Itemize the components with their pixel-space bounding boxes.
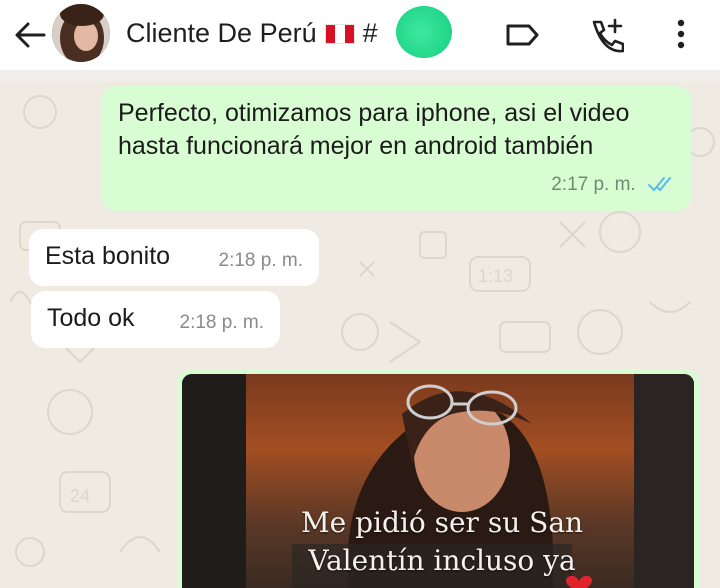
avatar[interactable] bbox=[52, 4, 110, 62]
image-border-right bbox=[634, 374, 694, 588]
chat-header: Cliente De Perú # bbox=[0, 0, 720, 70]
contact-hash: # bbox=[362, 18, 378, 48]
message-bubble-outgoing[interactable]: Perfecto, otimizamos para iphone, asi el… bbox=[102, 86, 691, 211]
caption-line-2: Valentín incluso ya bbox=[308, 544, 576, 577]
back-arrow-icon[interactable] bbox=[12, 19, 46, 51]
message-text: Perfecto, otimizamos para iphone, asi el… bbox=[118, 99, 630, 160]
more-vert-icon[interactable] bbox=[666, 17, 702, 53]
image-caption: Me pidió ser su San Valentín incluso ya bbox=[292, 504, 592, 580]
message-bubble-incoming[interactable]: Todo ok 2:18 p. m. bbox=[31, 291, 280, 348]
message-bubble-incoming[interactable]: Esta bonito 2:18 p. m. bbox=[29, 229, 319, 286]
image-border-left bbox=[182, 374, 246, 588]
read-ticks-icon bbox=[648, 177, 671, 192]
header-divider bbox=[0, 70, 720, 82]
message-time: 2:17 p. m. bbox=[551, 174, 636, 195]
message-text: Esta bonito bbox=[45, 242, 171, 270]
redaction-blob bbox=[396, 6, 452, 58]
media-message-bubble[interactable]: Me pidió ser su San Valentín incluso ya bbox=[177, 369, 699, 588]
message-meta: 2:17 p. m. bbox=[551, 168, 677, 201]
add-call-icon[interactable] bbox=[588, 17, 624, 53]
label-icon[interactable] bbox=[504, 17, 540, 53]
peru-flag-icon bbox=[324, 24, 355, 44]
contact-name[interactable]: Cliente De Perú # bbox=[126, 18, 378, 49]
caption-line-1: Me pidió ser su San bbox=[300, 506, 584, 539]
contact-name-text: Cliente De Perú bbox=[126, 18, 317, 48]
message-time: 2:18 p. m. bbox=[218, 250, 304, 271]
svg-text:24: 24 bbox=[70, 486, 90, 506]
media-image[interactable]: Me pidió ser su San Valentín incluso ya bbox=[182, 374, 694, 588]
message-text: Todo ok bbox=[47, 304, 135, 332]
svg-text:1:13: 1:13 bbox=[478, 266, 513, 286]
heart-icon bbox=[566, 576, 592, 588]
message-time: 2:18 p. m. bbox=[179, 312, 265, 333]
